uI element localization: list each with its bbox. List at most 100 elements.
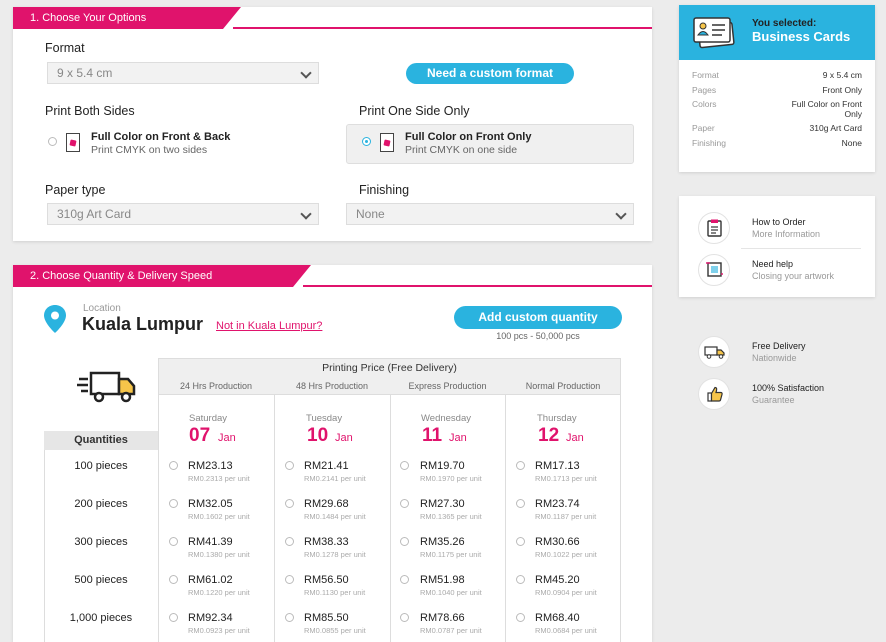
unit-price: RM0.1380 per unit [188, 550, 250, 559]
price-radio[interactable] [285, 461, 294, 470]
date-month: Jan [566, 432, 584, 444]
chevron-down-icon [615, 208, 627, 220]
summary-key: Finishing [692, 138, 727, 148]
unit-price: RM0.1713 per unit [535, 474, 597, 483]
help-item-need-help[interactable]: Need help Closing your artwork [679, 248, 875, 297]
perk-title: 100% Satisfaction [752, 383, 825, 393]
price-value[interactable]: RM32.05 [188, 498, 233, 510]
price-radio[interactable] [285, 499, 294, 508]
weekday: Tuesday [306, 413, 343, 424]
paper-type-select[interactable]: 310g Art Card [47, 203, 319, 225]
quantity-card: 2. Choose Quantity & Delivery Speed Loca… [13, 265, 652, 642]
price-value[interactable]: RM30.66 [535, 536, 580, 548]
price-radio[interactable] [400, 461, 409, 470]
price-value[interactable]: RM41.39 [188, 536, 233, 548]
format-select[interactable]: 9 x 5.4 cm [47, 62, 319, 84]
help-item-subtitle: Closing your artwork [752, 271, 835, 281]
price-value[interactable]: RM78.66 [420, 612, 465, 624]
production-type: Normal Production [525, 381, 601, 391]
price-value[interactable]: RM29.68 [304, 498, 349, 510]
radio-front-only[interactable] [362, 137, 371, 146]
price-radio[interactable] [169, 537, 178, 546]
card-print-icon [66, 133, 80, 152]
price-value[interactable]: RM92.34 [188, 612, 233, 624]
section-2-title: 2. Choose Quantity & Delivery Speed [13, 265, 293, 287]
price-value[interactable]: RM61.02 [188, 574, 233, 586]
perk-satisfaction: 100% Satisfaction Guarantee [679, 377, 875, 413]
price-radio[interactable] [400, 537, 409, 546]
option-front-back-title: Full Color on Front & Back [91, 131, 231, 143]
summary-key: Paper [692, 123, 715, 133]
summary-value: None [841, 138, 862, 148]
custom-format-button[interactable]: Need a custom format [406, 63, 574, 84]
options-card: 1. Choose Your Options Format 9 x 5.4 cm… [13, 7, 652, 241]
price-radio[interactable] [285, 575, 294, 584]
location-value: Kuala Lumpur [82, 314, 204, 334]
column-express: Express Production Wednesday 11 Jan [390, 377, 505, 447]
column-24hrs: 24 Hrs Production Saturday 07 Jan [158, 377, 274, 447]
thumbs-up-icon [707, 386, 723, 402]
selected-product: Business Cards [752, 29, 851, 44]
price-radio[interactable] [516, 575, 525, 584]
price-value[interactable]: RM23.74 [535, 498, 580, 510]
price-radio[interactable] [285, 537, 294, 546]
add-custom-quantity-button[interactable]: Add custom quantity [454, 306, 622, 329]
quantity-cell: 500 pieces [74, 574, 128, 586]
price-value[interactable]: RM21.41 [304, 460, 349, 472]
option-front-back[interactable]: Full Color on Front & Back Print CMYK on… [45, 124, 334, 164]
unit-price: RM0.0904 per unit [535, 588, 597, 597]
price-value[interactable]: RM45.20 [535, 574, 580, 586]
section-1-underline [233, 27, 652, 29]
price-radio[interactable] [400, 575, 409, 584]
price-radio[interactable] [516, 499, 525, 508]
price-radio[interactable] [516, 461, 525, 470]
date-day: 12 [538, 425, 560, 446]
help-item-title: Need help [752, 259, 794, 269]
finishing-select[interactable]: None [346, 203, 634, 225]
price-value[interactable]: RM85.50 [304, 612, 349, 624]
production-type: 24 Hrs Production [179, 381, 253, 391]
production-type: Express Production [408, 381, 487, 391]
unit-price: RM0.1484 per unit [304, 512, 366, 521]
option-front-only[interactable]: Full Color on Front Only Print CMYK on o… [346, 124, 634, 164]
unit-price: RM0.0855 per unit [304, 626, 366, 635]
price-value[interactable]: RM27.30 [420, 498, 465, 510]
radio-front-back[interactable] [48, 137, 57, 146]
section-2-title-tail [293, 265, 311, 287]
paper-type-label: Paper type [45, 183, 106, 197]
quantity-range: 100 pcs - 50,000 pcs [496, 331, 580, 341]
option-front-only-subtitle: Print CMYK on one side [405, 144, 518, 156]
price-value[interactable]: RM51.98 [420, 574, 465, 586]
summary-value: 9 x 5.4 cm [822, 70, 862, 80]
price-value[interactable]: RM23.13 [188, 460, 233, 472]
not-in-location-link[interactable]: Not in Kuala Lumpur? [216, 320, 322, 332]
price-value[interactable]: RM68.40 [535, 612, 580, 624]
unit-price: RM0.1365 per unit [420, 512, 482, 521]
price-radio[interactable] [400, 499, 409, 508]
price-radio[interactable] [285, 613, 294, 622]
unit-price: RM0.1970 per unit [420, 474, 482, 483]
price-value[interactable]: RM35.26 [420, 536, 465, 548]
chevron-down-icon [300, 67, 312, 79]
price-radio[interactable] [169, 613, 178, 622]
finishing-label: Finishing [359, 183, 410, 197]
price-radio[interactable] [516, 537, 525, 546]
price-radio[interactable] [169, 575, 178, 584]
price-radio[interactable] [169, 499, 178, 508]
price-value[interactable]: RM38.33 [304, 536, 349, 548]
price-radio[interactable] [169, 461, 178, 470]
unit-price: RM0.1022 per unit [535, 550, 597, 559]
help-item-how-to-order[interactable]: How to Order More Information [679, 196, 875, 248]
price-value[interactable]: RM56.50 [304, 574, 349, 586]
unit-price: RM0.1187 per unit [535, 512, 597, 521]
unit-price: RM0.1220 per unit [188, 588, 250, 597]
price-radio[interactable] [400, 613, 409, 622]
production-type: 48 Hrs Production [295, 381, 369, 391]
date-month: Jan [335, 432, 353, 444]
price-value[interactable]: RM19.70 [420, 460, 465, 472]
unit-price: RM0.1278 per unit [304, 550, 366, 559]
price-radio[interactable] [516, 613, 525, 622]
price-value[interactable]: RM17.13 [535, 460, 580, 472]
help-item-title: How to Order [752, 217, 806, 227]
option-front-only-title: Full Color on Front Only [405, 131, 532, 143]
